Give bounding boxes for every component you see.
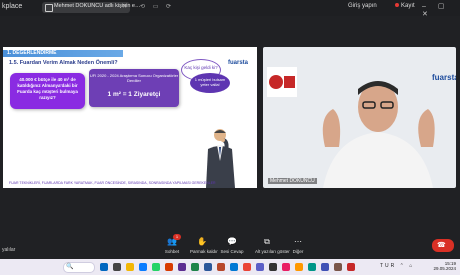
more-label: Diğer — [292, 249, 304, 254]
clock-date: 29.05.2024 — [433, 266, 456, 272]
research-highlight: 1 m² = 1 Ziyaretçi — [107, 91, 161, 98]
photos-icon[interactable] — [282, 263, 290, 271]
reply-label: Sesi Cevap — [220, 249, 244, 254]
task-view-icon[interactable] — [113, 263, 121, 271]
powerpoint-icon[interactable] — [217, 263, 225, 271]
clock[interactable]: 15:19 29.05.2024 — [428, 261, 456, 272]
store-icon[interactable] — [321, 263, 329, 271]
slide-footer-text: FUAR TEKNİKLERİ, FUARLARDA FARK YARATMAK… — [9, 181, 216, 185]
word-icon[interactable] — [204, 263, 212, 271]
office-icon[interactable] — [165, 263, 173, 271]
reply-button[interactable]: 💬 Sesi Cevap — [220, 236, 244, 254]
side-participant-name: yalılar — [2, 247, 16, 253]
slide-section: 1. DEĞERLENDİRME — [7, 50, 57, 56]
share-tab[interactable]: Mehmet DOKUNCU adlı kişinin e… ✕ — [42, 2, 141, 13]
captions-label: Alt yazıları göster — [255, 249, 290, 254]
recording-label: Kayıt — [401, 3, 415, 9]
whatsapp-icon[interactable] — [152, 263, 160, 271]
research-caption: UFI 2020 - 2024 Araştırma Sonucu Organiz… — [89, 73, 179, 83]
share-tab-label: Mehmet DOKUNCU adlı kişinin e… — [54, 3, 141, 9]
toolbar-icons[interactable]: ⟲ ▭ ⟳ — [140, 3, 174, 10]
settings-icon[interactable] — [334, 263, 342, 271]
excel-icon[interactable] — [191, 263, 199, 271]
thought-bubble-1-text: Kaç kişi geldi ki? — [184, 65, 218, 70]
zoom-icon[interactable] — [256, 263, 264, 271]
taskbar-search[interactable]: 🔍 — [63, 262, 95, 273]
chat-button[interactable]: 👥 1 Sohbet — [160, 234, 184, 254]
app-title: kplace — [2, 3, 23, 10]
close-icon[interactable]: ✕ — [122, 3, 127, 10]
slide-subtitle: 1.5. Fuardan Verim Almak Neden Önemli? — [9, 60, 118, 66]
leave-call-button[interactable]: ☎ — [432, 239, 454, 252]
terminal-icon[interactable] — [269, 263, 277, 271]
thinking-man-illustration — [206, 129, 235, 188]
speaker-person — [322, 81, 435, 188]
system-tray[interactable]: TUR ⌃ ⌂ — [380, 263, 414, 269]
outlook-icon[interactable] — [230, 263, 238, 271]
record-dot-icon — [395, 3, 399, 7]
raise-hand-icon: ✋ — [197, 237, 207, 246]
research-box: UFI 2020 - 2024 Araştırma Sonucu Organiz… — [89, 69, 179, 107]
meeting-controls: 👥 1 Sohbet ✋ Parmak kaldır 💬 Sesi Cevap … — [160, 234, 310, 258]
window-controls[interactable]: – ▢ ✕ — [422, 2, 460, 18]
chat-label: Sohbet — [164, 249, 180, 254]
recording-indicator[interactable]: Kayıt — [395, 3, 415, 9]
chrome-icon[interactable] — [243, 263, 251, 271]
captions-button[interactable]: ⧉ Alt yazıları göster — [255, 236, 290, 254]
taskbar: 🔍 TUR ⌃ ⌂ 15:19 29.05.2024 — [0, 259, 460, 275]
more-icon: ⋯ — [294, 237, 302, 246]
edge-icon[interactable] — [139, 263, 147, 271]
search-icon: 🔍 — [66, 264, 74, 270]
raise-hand-button[interactable]: ✋ Parmak kaldır — [190, 236, 218, 254]
speaker-video-tile[interactable]: fuarsta Mehmet DOKUNCU — [263, 47, 456, 188]
slide-footer: FUAR TEKNİKLERİ, FUARLARDA FARK YARATMAK… — [3, 180, 257, 188]
shared-slide: 1. DEĞERLENDİRME 1.5. Fuardan Verim Alma… — [3, 47, 257, 188]
chat-badge: 1 — [173, 234, 181, 240]
speaker-name: Mehmet DOKUNCU — [268, 178, 317, 184]
thought-bubble-2-text: 1 müşteri bulsam yeter valla! — [194, 77, 226, 88]
app-icon[interactable] — [308, 263, 316, 271]
recorder-icon[interactable] — [347, 263, 355, 271]
screen-share-icon — [45, 4, 53, 12]
more-button[interactable]: ⋯ Diğer — [286, 236, 310, 254]
daib-logo — [267, 67, 297, 97]
teams-icon[interactable] — [178, 263, 186, 271]
screen-share-icon: ⧉ — [264, 237, 270, 246]
mic-icon: 💬 — [227, 237, 237, 246]
phone-icon: ☎ — [437, 242, 446, 249]
question-box: 40.000 € bütçe ile 40 m² de katıldığınız… — [10, 73, 85, 109]
window-titlebar: kplace Mehmet DOKUNCU adlı kişinin e… ✕ … — [0, 0, 460, 18]
signin-link[interactable]: Giriş yapın — [348, 3, 377, 9]
notes-icon[interactable] — [295, 263, 303, 271]
question-text: 40.000 € bütçe ile 40 m² de katıldığınız… — [17, 77, 78, 101]
file-explorer-icon[interactable] — [126, 263, 134, 271]
slide-logo: fuarsta — [228, 60, 249, 66]
start-icon[interactable] — [100, 263, 108, 271]
thought-bubble-2: 1 müşteri bulsam yeter valla! — [190, 73, 230, 93]
raise-hand-label: Parmak kaldır — [190, 249, 218, 254]
